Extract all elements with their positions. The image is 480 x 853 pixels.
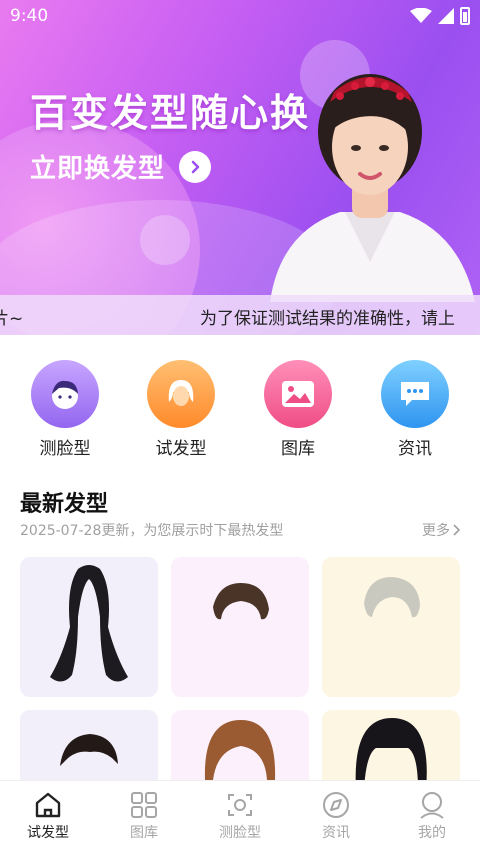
cellular-icon — [438, 8, 454, 24]
tab-label: 图库 — [130, 825, 158, 841]
model-portrait — [270, 74, 475, 302]
quick-entry-label: 资讯 — [398, 439, 432, 459]
quick-entry-news[interactable]: 资讯 — [365, 360, 465, 459]
quick-entry-label: 图库 — [281, 439, 315, 459]
hairstyle-card[interactable] — [20, 557, 158, 697]
more-label: 更多 — [422, 523, 450, 539]
face-icon — [31, 360, 99, 428]
hairstyle-card[interactable] — [322, 557, 460, 697]
hairstyle-image — [364, 577, 420, 618]
chevron-right-icon — [453, 524, 461, 536]
hairstyle-image — [213, 583, 269, 620]
tab-mine[interactable]: 我的 — [392, 791, 472, 842]
quick-entry-row: 测脸型 试发型 图库 资讯 — [0, 360, 480, 460]
banner-cta-label: 立即换发型 — [30, 154, 166, 184]
quick-entry-label: 试发型 — [155, 439, 207, 459]
status-icons — [410, 7, 470, 25]
quick-entry-gallery[interactable]: 图库 — [248, 360, 348, 459]
banner-decor-circle — [140, 215, 190, 265]
image-icon — [264, 360, 332, 428]
banner-cta[interactable]: 立即换发型 — [30, 148, 212, 185]
compass-icon — [323, 792, 349, 818]
wifi-icon — [410, 8, 432, 23]
bottom-tab-bar: 试发型 图库 测脸型 资讯 我的 — [0, 780, 480, 853]
quick-entry-try-hair[interactable]: 试发型 — [131, 360, 231, 459]
tab-label: 我的 — [418, 825, 446, 841]
tab-try-hair[interactable]: 试发型 — [8, 791, 88, 842]
home-icon — [35, 792, 61, 818]
tab-label: 试发型 — [27, 825, 69, 841]
quick-entry-label: 测脸型 — [39, 439, 91, 459]
status-time: 9:40 — [10, 6, 49, 26]
chevron-right-icon[interactable] — [179, 150, 212, 183]
hairstyle-image — [50, 565, 128, 682]
battery-icon — [460, 7, 470, 25]
tab-label: 测脸型 — [219, 825, 261, 841]
notice-marquee: 片~ 为了保证测试结果的准确性，请上 — [0, 295, 480, 335]
hair-icon — [147, 360, 215, 428]
more-link[interactable]: 更多 — [422, 520, 462, 540]
tab-gallery[interactable]: 图库 — [104, 791, 184, 842]
quick-entry-face-shape[interactable]: 测脸型 — [15, 360, 115, 459]
marquee-text: 为了保证测试结果的准确性，请上 — [200, 309, 455, 329]
marquee-text: 片~ — [0, 309, 24, 329]
status-bar: 9:40 — [0, 0, 480, 34]
hairstyle-card[interactable] — [171, 557, 309, 697]
user-icon — [420, 792, 444, 819]
section-subtitle: 2025-07-28更新，为您展示时下最热发型 — [20, 523, 284, 539]
tab-label: 资讯 — [322, 825, 350, 841]
chat-icon — [381, 360, 449, 428]
tab-news[interactable]: 资讯 — [296, 791, 376, 842]
hero-banner[interactable]: 9:40 百变发型随心换 立即换发型 片~ 为了保证测试结果的准确性，请上 — [0, 0, 480, 335]
scan-icon — [228, 794, 252, 816]
grid-icon — [131, 792, 157, 818]
section-title: 最新发型 — [20, 492, 109, 517]
tab-face-shape[interactable]: 测脸型 — [200, 791, 280, 842]
